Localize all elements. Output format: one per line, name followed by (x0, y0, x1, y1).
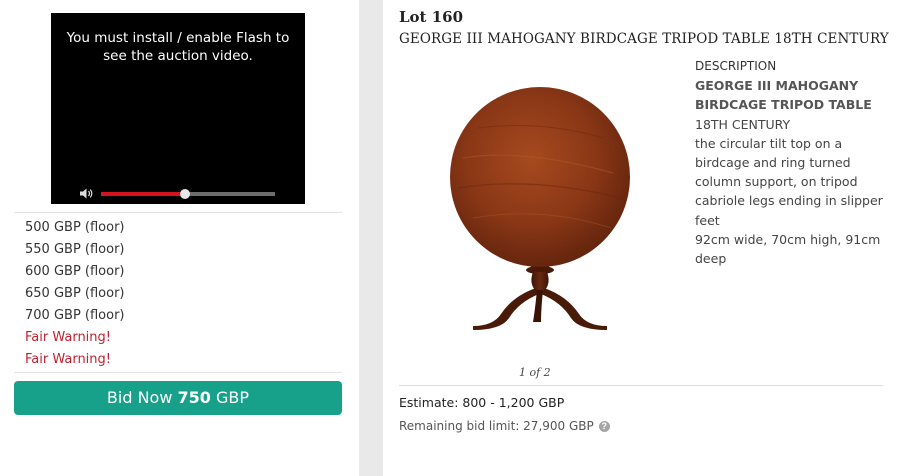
bidding-panel: You must install / enable Flash to see t… (0, 0, 359, 476)
description-body: the circular tilt top on a birdcage and … (695, 135, 883, 228)
flash-required-message: You must install / enable Flash to see t… (66, 30, 290, 64)
video-progress-bar[interactable] (101, 189, 275, 199)
bid-history-item: 550 GBP (floor) (25, 242, 125, 257)
description-century: 18TH CENTURY (695, 116, 791, 132)
bid-history-list: 500 GBP (floor) 550 GBP (floor) 600 GBP (f… (25, 217, 125, 371)
remaining-bid-limit: Remaining bid limit: 27,900 GBP ? (399, 419, 610, 433)
divider (399, 385, 883, 386)
bid-button-amount: 750 (177, 388, 211, 407)
image-pager[interactable]: 1 of 2 (519, 366, 551, 379)
lot-image[interactable] (443, 78, 643, 338)
lot-title: GEORGE III MAHOGANY BIRDCAGE TRIPOD TABL… (399, 31, 889, 47)
remaining-bid-limit-text: Remaining bid limit: 27,900 GBP (399, 419, 594, 433)
bid-history-item: 500 GBP (floor) (25, 220, 125, 235)
lot-details-panel: Lot 160 GEORGE III MAHOGANY BIRDCAGE TRI… (383, 0, 900, 476)
bid-history-item: 600 GBP (floor) (25, 264, 125, 279)
volume-icon[interactable] (80, 188, 94, 199)
divider (14, 212, 342, 213)
bid-button-currency: GBP (216, 388, 250, 407)
lot-description: DESCRIPTION GEORGE III MAHOGANY BIRDCAGE… (695, 57, 890, 268)
bid-history-item: 650 GBP (floor) (25, 286, 125, 301)
divider (14, 372, 342, 373)
estimate-text: Estimate: 800 - 1,200 GBP (399, 395, 565, 410)
fair-warning-item: Fair Warning! (25, 330, 111, 345)
bid-button-prefix: Bid Now (106, 388, 173, 407)
lot-number: Lot 160 (399, 8, 464, 26)
video-scrubber-handle[interactable] (179, 189, 190, 199)
auction-video-player[interactable]: You must install / enable Flash to see t… (51, 13, 305, 204)
description-heading: DESCRIPTION (695, 59, 777, 73)
fair-warning-item: Fair Warning! (25, 352, 111, 367)
bid-history-item: 700 GBP (floor) (25, 308, 125, 323)
description-title: GEORGE III MAHOGANY BIRDCAGE TRIPOD TABL… (695, 78, 872, 113)
bid-now-button[interactable]: Bid Now 750 GBP (14, 381, 342, 415)
video-progress-fill (101, 192, 185, 196)
help-icon[interactable]: ? (598, 420, 610, 432)
description-dimensions: 92cm wide, 70cm high, 91cm deep (695, 231, 881, 267)
